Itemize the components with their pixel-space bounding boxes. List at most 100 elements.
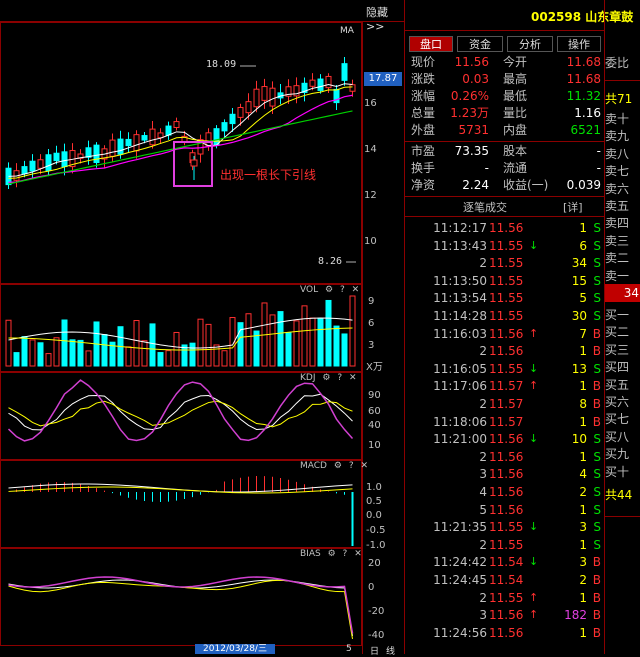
help-icon[interactable]: ? (340, 285, 345, 295)
info-label: 流通 (503, 161, 528, 175)
trade-price: 11.56 (489, 485, 524, 499)
trade-volume: 10 (571, 432, 587, 447)
trade-volume: 3 (579, 555, 587, 570)
gear-icon[interactable]: ⚙ (334, 461, 342, 471)
buy-level[interactable]: 买二 (605, 323, 640, 341)
close-icon[interactable]: ✕ (354, 549, 362, 559)
order-book: 委比 共71 卖十 卖九 卖八 卖七 卖六 卖五 卖四 卖三 卖二 卖一 34 买一 买二 买三 买四买… (604, 0, 640, 654)
sell-level[interactable]: 卖一 (605, 267, 640, 285)
trade-time: 11:24:42 (433, 555, 487, 570)
help-icon[interactable]: ? (337, 373, 342, 383)
sell-level[interactable]: 卖九 (605, 127, 640, 145)
close-icon[interactable]: ✕ (352, 285, 360, 295)
gear-icon[interactable]: ⚙ (325, 285, 333, 295)
trade-volume: 3 (579, 520, 587, 535)
annotation-text: 出现一根长下引线 (220, 168, 317, 182)
trade-time: 11:14:28 (433, 309, 487, 323)
vol-title-bar: VOL ⚙ ? ✕ (300, 285, 363, 295)
quote-label: 涨跌 (411, 72, 436, 86)
close-icon[interactable]: ✕ (360, 461, 368, 471)
candle (261, 86, 268, 101)
buy-level[interactable]: 买七 (605, 410, 640, 428)
trade-arrow-icon: ↓ (529, 555, 539, 569)
macd-y-label: -0.5 (366, 525, 386, 536)
macd-y-label: 1.0 (366, 482, 382, 493)
gear-icon[interactable]: ⚙ (322, 373, 330, 383)
trade-price: 11.54 (489, 555, 524, 570)
volume-bar (69, 339, 76, 367)
buy-level[interactable]: 买十 (605, 463, 640, 481)
quote-value: 5731 (458, 123, 489, 137)
bias-title: BIAS (300, 549, 321, 559)
candle (253, 88, 260, 108)
sell-level[interactable]: 卖五 (605, 197, 640, 215)
trade-arrow-icon: ↓ (529, 238, 539, 252)
trade-price: 11.57 (489, 397, 524, 411)
help-icon[interactable]: ? (349, 461, 354, 471)
trade-arrow-icon: ↑ (529, 590, 539, 604)
sell-level[interactable]: 卖三 (605, 232, 640, 250)
order-book-mid-value: 34 (605, 284, 640, 302)
tab-handicap[interactable]: 盘口 (409, 36, 453, 52)
volume-bar (53, 337, 60, 367)
volume-bar (301, 305, 308, 367)
buy-level[interactable]: 买九 (605, 445, 640, 463)
kdj-j-line (7, 379, 354, 442)
chart-area[interactable]: 隐藏>> MA 18.09 8.26 出现一根长下引线 17.87 16 14 … (0, 0, 404, 657)
close-icon[interactable]: ✕ (349, 373, 357, 383)
trade-volume: 1 (579, 379, 587, 394)
sell-level[interactable]: 卖八 (605, 145, 640, 163)
trade-volume: 1 (579, 344, 587, 359)
kdj-y-label: 10 (368, 440, 381, 451)
trade-direction: S (593, 238, 601, 253)
info-value: - (484, 161, 489, 175)
info-label: 股本 (503, 144, 528, 158)
quote-value: 11.68 (566, 55, 601, 69)
info-label: 换手 (411, 161, 436, 175)
sell-level[interactable]: 卖七 (605, 162, 640, 180)
buy-level[interactable]: 买六 (605, 393, 640, 411)
vol-y-label: 9 (368, 296, 375, 307)
buy-level[interactable]: 买四 (605, 358, 640, 376)
gear-icon[interactable]: ⚙ (328, 549, 336, 559)
trade-time: 11:13:54 (433, 291, 487, 306)
kdj-title: KDJ (300, 373, 316, 383)
sell-level[interactable]: 卖二 (605, 249, 640, 267)
quote-value: 1.23万 (450, 106, 489, 120)
tab-capital[interactable]: 资金 (457, 36, 503, 52)
trade-price: 11.56 (489, 608, 524, 623)
trade-direction: S (593, 432, 601, 447)
tab-operation[interactable]: 操作 (557, 36, 601, 52)
buy-level[interactable]: 买五 (605, 376, 640, 394)
trade-row: 2 11.55 1 S (405, 536, 605, 554)
candle (269, 87, 276, 107)
sell-level[interactable]: 卖十 (605, 110, 640, 128)
buy-level[interactable]: 买一 (605, 306, 640, 324)
buy-level[interactable]: 买八 (605, 428, 640, 446)
low-price-label: 8.26 (318, 256, 343, 267)
trade-price: 11.56 (489, 432, 524, 447)
trade-arrow-icon: ↓ (529, 520, 539, 534)
volume-bar (341, 333, 348, 367)
buy-level[interactable]: 买三 (605, 341, 640, 359)
quote-value: 6521 (570, 123, 601, 137)
period-label-line[interactable]: 线 (386, 644, 395, 657)
trade-time: 11:24:45 (433, 573, 487, 587)
volume-bar (133, 320, 140, 367)
candle (229, 113, 236, 125)
period-label-day[interactable]: 日 (370, 644, 379, 657)
candle (213, 128, 220, 146)
candle (245, 101, 252, 114)
volume-bar (189, 342, 196, 367)
quote-row: 现价 11.56 今开 11.68 (411, 54, 601, 71)
candle (61, 151, 68, 168)
trade-direction: S (593, 449, 601, 464)
help-icon[interactable]: ? (343, 549, 348, 559)
info-row: 净资 2.24 收益(一) 0.039 (411, 177, 601, 194)
sell-level[interactable]: 卖六 (605, 180, 640, 198)
trades-detail-link[interactable]: [详] (563, 199, 583, 215)
volume-bar (317, 317, 324, 367)
sell-level[interactable]: 卖四 (605, 214, 640, 232)
candle (341, 63, 348, 81)
tab-analysis[interactable]: 分析 (507, 36, 553, 52)
